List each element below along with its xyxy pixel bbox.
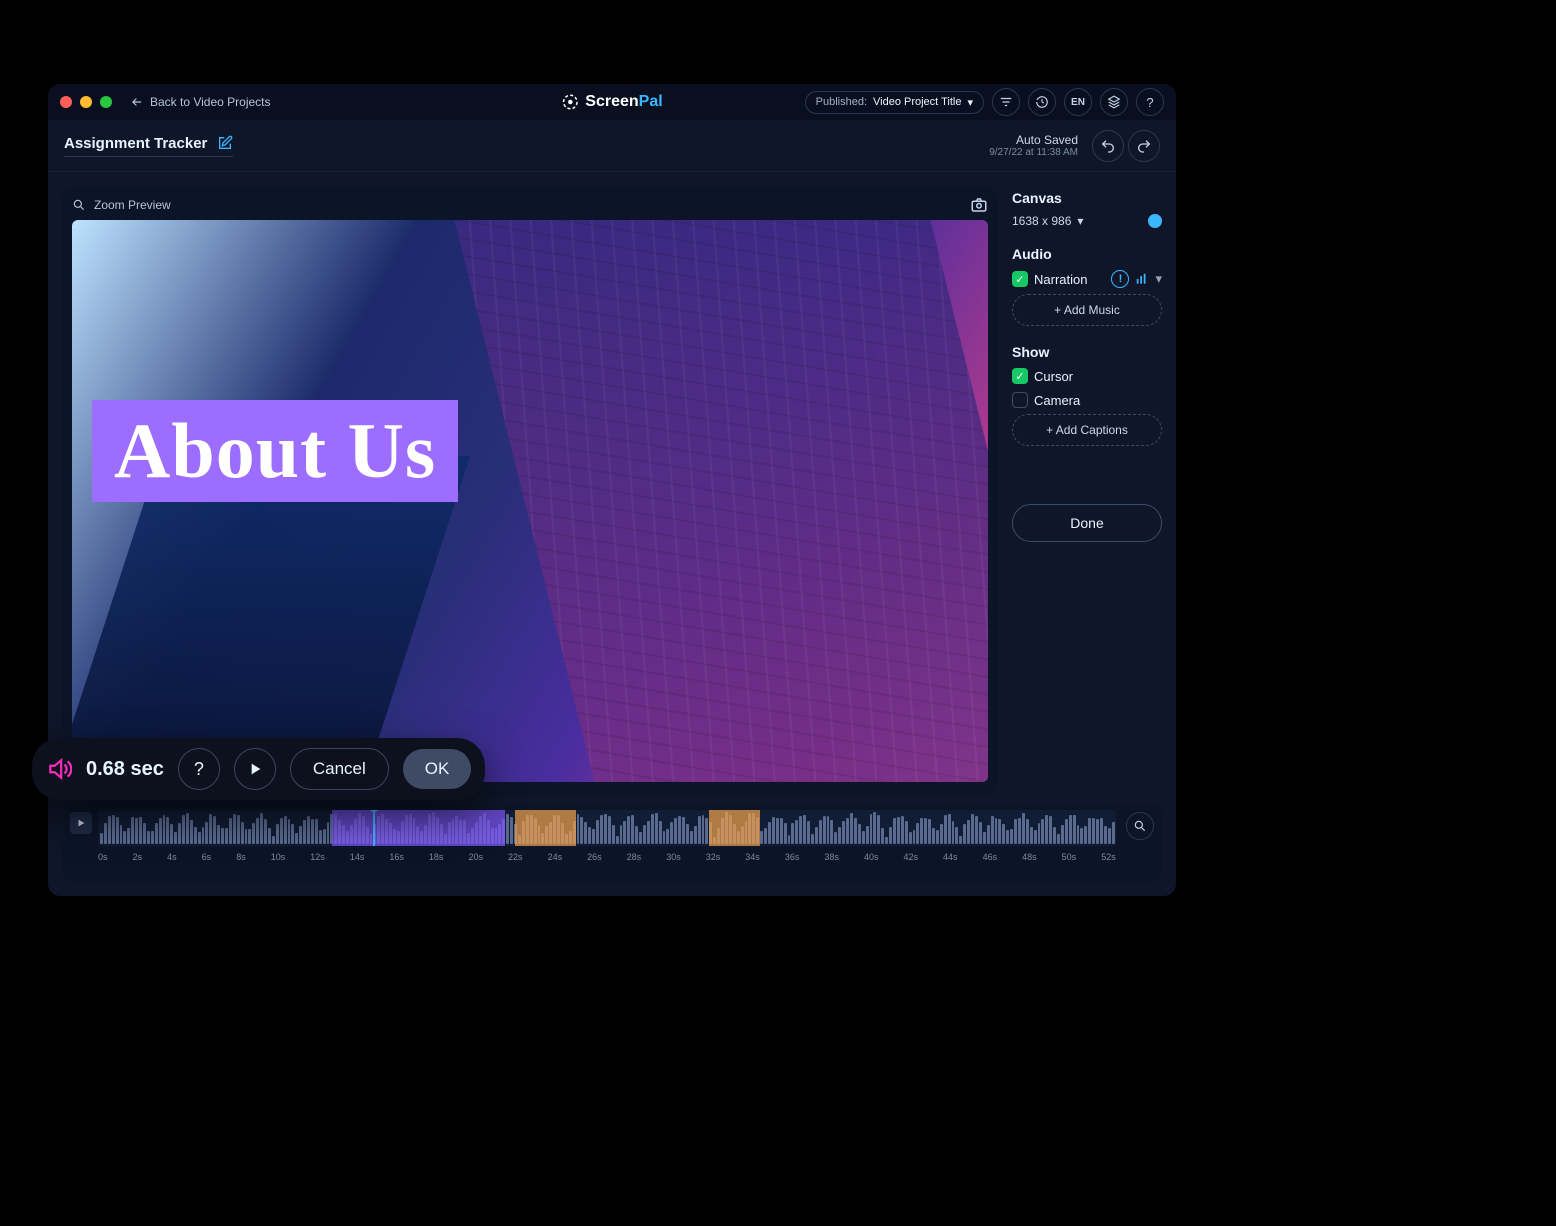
done-button[interactable]: Done	[1012, 504, 1162, 542]
tick-label: 2s	[133, 852, 143, 862]
tick-label: 8s	[236, 852, 246, 862]
volume-icon[interactable]	[46, 756, 72, 782]
tick-label: 34s	[745, 852, 760, 862]
panel-help-button[interactable]: ?	[178, 748, 220, 790]
timeline-segment-orange[interactable]	[515, 810, 576, 846]
tick-label: 26s	[587, 852, 602, 862]
redo-button[interactable]	[1128, 130, 1160, 162]
overlay-title[interactable]: About Us	[92, 400, 458, 502]
timeline-segment-orange[interactable]	[709, 810, 760, 846]
chevron-down-icon[interactable]: ▾	[1077, 214, 1083, 228]
timeline-zoom-button[interactable]	[1126, 812, 1154, 840]
tick-label: 20s	[468, 852, 483, 862]
edit-action-panel: 0.68 sec ? Cancel OK	[32, 738, 485, 800]
layers-button[interactable]	[1100, 88, 1128, 116]
project-name-field[interactable]: Assignment Tracker	[64, 135, 233, 157]
background-color-swatch[interactable]	[1148, 214, 1162, 228]
timeline-track[interactable]	[98, 810, 1116, 846]
panel-play-button[interactable]	[234, 748, 276, 790]
tick-label: 4s	[167, 852, 177, 862]
tick-label: 10s	[271, 852, 286, 862]
project-header: Assignment Tracker Auto Saved 9/27/22 at…	[48, 120, 1176, 172]
tick-label: 24s	[548, 852, 563, 862]
editor-body: Zoom Preview About Us Canvas 1638 x 986 …	[48, 172, 1176, 796]
camera-checkbox[interactable]	[1012, 392, 1028, 408]
timeline-ticks: 0s 2s 4s 6s 8s 10s 12s 14s 16s 18s 20s 22s 24s 26s 28s…	[98, 852, 1116, 862]
tick-label: 50s	[1062, 852, 1077, 862]
brand-logo: ScreenPal	[561, 93, 662, 111]
properties-sidebar: Canvas 1638 x 986 ▾ Audio ✓ Narration ! …	[1012, 186, 1162, 796]
titlebar-right: Published: Video Project Title ▾ EN ?	[805, 88, 1164, 116]
add-music-button[interactable]: + Add Music	[1012, 294, 1162, 326]
canvas-section-title: Canvas	[1012, 190, 1162, 206]
autosave-status: Auto Saved 9/27/22 at 11:38 AM	[989, 133, 1078, 158]
info-icon[interactable]: !	[1111, 270, 1129, 288]
language-button[interactable]: EN	[1064, 88, 1092, 116]
add-captions-button[interactable]: + Add Captions	[1012, 414, 1162, 446]
camera-label: Camera	[1034, 393, 1080, 408]
filter-list-button[interactable]	[992, 88, 1020, 116]
narration-label: Narration	[1034, 272, 1087, 287]
back-label: Back to Video Projects	[150, 95, 271, 109]
timeline-play-button[interactable]	[70, 812, 92, 834]
chevron-down-icon: ▾	[967, 96, 973, 109]
publish-status-dropdown[interactable]: Published: Video Project Title ▾	[805, 91, 984, 114]
audio-levels-icon[interactable]	[1135, 272, 1149, 286]
tick-label: 44s	[943, 852, 958, 862]
tick-label: 12s	[310, 852, 325, 862]
tick-label: 6s	[202, 852, 212, 862]
window-controls	[60, 96, 112, 108]
narration-checkbox[interactable]: ✓	[1012, 271, 1028, 287]
brand-icon	[561, 93, 579, 111]
tick-label: 36s	[785, 852, 800, 862]
timeline-segment-purple[interactable]	[332, 810, 505, 846]
preview-decor	[72, 456, 470, 765]
tick-label: 32s	[706, 852, 721, 862]
ok-button[interactable]: OK	[403, 749, 472, 789]
cursor-label: Cursor	[1034, 369, 1073, 384]
maximize-window-icon[interactable]	[100, 96, 112, 108]
snapshot-button[interactable]	[970, 196, 988, 214]
preview-decor	[446, 220, 988, 782]
published-label: Published:	[816, 96, 867, 108]
arrow-left-icon	[130, 95, 144, 109]
title-bar: Back to Video Projects ScreenPal Publish…	[48, 84, 1176, 120]
playhead[interactable]	[373, 810, 375, 846]
help-button[interactable]: ?	[1136, 88, 1164, 116]
show-section-title: Show	[1012, 344, 1162, 360]
audio-section-title: Audio	[1012, 246, 1162, 262]
published-title: Video Project Title	[873, 96, 961, 108]
tick-label: 22s	[508, 852, 523, 862]
duration-value: 0.68 sec	[86, 758, 164, 781]
tick-label: 0s	[98, 852, 108, 862]
close-window-icon[interactable]	[60, 96, 72, 108]
search-icon[interactable]	[72, 198, 86, 212]
zoom-preview-label[interactable]: Zoom Preview	[94, 198, 171, 212]
timeline[interactable]: 0s 2s 4s 6s 8s 10s 12s 14s 16s 18s 20s 22s 24s 26s 28s…	[62, 804, 1162, 882]
tick-label: 46s	[983, 852, 998, 862]
tick-label: 52s	[1101, 852, 1116, 862]
tick-label: 30s	[666, 852, 681, 862]
video-preview[interactable]: About Us	[72, 220, 988, 782]
canvas-dimensions[interactable]: 1638 x 986	[1012, 214, 1071, 228]
tick-label: 42s	[903, 852, 918, 862]
history-button[interactable]	[1028, 88, 1056, 116]
cancel-button[interactable]: Cancel	[290, 748, 389, 790]
tick-label: 18s	[429, 852, 444, 862]
tick-label: 48s	[1022, 852, 1037, 862]
back-to-projects-link[interactable]: Back to Video Projects	[130, 95, 271, 109]
minimize-window-icon[interactable]	[80, 96, 92, 108]
preview-panel: Zoom Preview About Us	[62, 186, 998, 796]
undo-button[interactable]	[1092, 130, 1124, 162]
project-name: Assignment Tracker	[64, 135, 207, 152]
tick-label: 14s	[350, 852, 365, 862]
tick-label: 16s	[389, 852, 404, 862]
tick-label: 40s	[864, 852, 879, 862]
cursor-checkbox[interactable]: ✓	[1012, 368, 1028, 384]
waveform	[98, 810, 1116, 846]
tick-label: 28s	[627, 852, 642, 862]
tick-label: 38s	[824, 852, 839, 862]
edit-icon[interactable]	[217, 135, 233, 151]
chevron-down-icon[interactable]: ▾	[1155, 271, 1162, 287]
